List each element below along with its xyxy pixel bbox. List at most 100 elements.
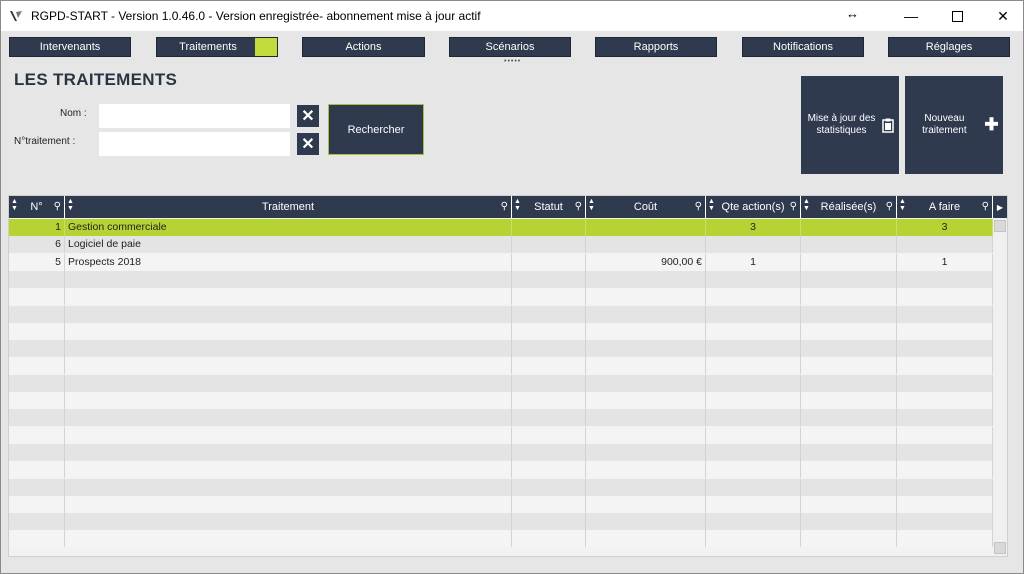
sort-icon[interactable]: ▲ ▼	[803, 198, 810, 212]
nom-input[interactable]	[99, 104, 290, 128]
sort-icon[interactable]: ▲ ▼	[514, 198, 521, 212]
nav-traitements[interactable]: Traitements	[156, 37, 278, 57]
col-header-qte[interactable]: ▲ ▼ Qte action(s) ⚲	[706, 196, 801, 218]
col-title: Coût	[633, 201, 658, 213]
close-button[interactable]: ✕	[980, 1, 1023, 31]
col-header-traitement[interactable]: ▲ ▼ Traitement ⚲	[65, 196, 512, 218]
update-stats-label: Mise à jour des statistiques	[807, 113, 876, 136]
clear-nom-button[interactable]: ✕	[297, 105, 319, 127]
traitements-table: ▲ ▼ N° ⚲ ▲ ▼ Traitement ⚲ ▲ ▼ Statut ⚲ ▲ ▼ Coût ⚲ ▲ ▼…	[8, 195, 1008, 557]
table-row-empty	[9, 305, 993, 323]
cell-afaire	[897, 426, 993, 444]
cell-num	[9, 340, 65, 358]
maximize-button[interactable]	[934, 1, 980, 31]
cell-num	[9, 288, 65, 306]
drag-handle-dots: •••••	[504, 58, 522, 65]
col-header-statut[interactable]: ▲ ▼ Statut ⚲	[512, 196, 586, 218]
cell-statut	[512, 495, 586, 513]
search-icon[interactable]: ⚲	[790, 201, 797, 212]
cell-realisees	[801, 253, 897, 271]
cell-statut	[512, 426, 586, 444]
nav-notifications[interactable]: Notifications	[742, 37, 864, 57]
cell-afaire	[897, 305, 993, 323]
scroll-thumb-top[interactable]	[994, 220, 1006, 232]
cell-cout	[586, 426, 706, 444]
app-window: RGPD-START - Version 1.0.46.0 - Version …	[0, 0, 1024, 574]
search-icon[interactable]: ⚲	[695, 201, 702, 212]
cell-afaire	[897, 443, 993, 461]
cell-qte	[706, 236, 801, 254]
search-icon[interactable]: ⚲	[501, 201, 508, 212]
cell-qte	[706, 478, 801, 496]
cell-traitement	[65, 461, 512, 479]
table-row[interactable]: 6 Logiciel de paie	[9, 236, 993, 254]
cell-traitement	[65, 443, 512, 461]
nav-scenarios[interactable]: Scénarios	[449, 37, 571, 57]
clear-num-button[interactable]: ✕	[297, 133, 319, 155]
cell-num	[9, 322, 65, 340]
search-icon[interactable]: ⚲	[54, 201, 61, 212]
scroll-right-icon[interactable]: ▶	[993, 196, 1007, 218]
table-row[interactable]: 5 Prospects 2018 900,00 €1 1	[9, 253, 993, 271]
resize-arrows-icon[interactable]: ↔	[846, 6, 859, 21]
col-header-num[interactable]: ▲ ▼ N° ⚲	[9, 196, 65, 218]
search-icon[interactable]: ⚲	[982, 201, 989, 212]
num-traitement-input[interactable]	[99, 132, 290, 156]
nav-label: Intervenants	[39, 41, 101, 53]
sort-icon[interactable]: ▲ ▼	[11, 198, 18, 212]
minimize-button[interactable]: —	[888, 1, 934, 31]
cell-num	[9, 392, 65, 409]
cell-traitement	[65, 409, 512, 427]
vertical-scrollbar[interactable]	[993, 218, 1007, 556]
scroll-thumb-bottom[interactable]	[994, 542, 1006, 554]
col-header-afaire[interactable]: ▲ ▼ A faire ⚲	[897, 196, 993, 218]
sort-icon[interactable]: ▲ ▼	[588, 198, 595, 212]
update-stats-button[interactable]: Mise à jour des statistiques	[801, 76, 899, 174]
cell-statut	[512, 392, 586, 409]
cell-qte	[706, 513, 801, 531]
cell-traitement: Logiciel de paie	[65, 236, 512, 254]
cell-cout	[586, 513, 706, 531]
table-row[interactable]: 1 Gestion commerciale 3 3	[9, 219, 993, 236]
cell-cout	[586, 270, 706, 288]
cell-realisees	[801, 270, 897, 288]
new-traitement-button[interactable]: Nouveau traitement ✚	[905, 76, 1003, 174]
cell-afaire	[897, 340, 993, 358]
cell-qte: 1	[706, 253, 801, 271]
nav-reglages[interactable]: Réglages	[888, 37, 1010, 57]
cell-cout	[586, 443, 706, 461]
nav-rapports[interactable]: Rapports	[595, 37, 717, 57]
sort-icon[interactable]: ▲ ▼	[708, 198, 715, 212]
col-header-realisees[interactable]: ▲ ▼ Réalisée(s) ⚲	[801, 196, 897, 218]
table-row-empty	[9, 461, 993, 479]
cell-traitement	[65, 374, 512, 392]
cell-traitement: Prospects 2018	[65, 253, 512, 271]
cell-num	[9, 426, 65, 444]
cell-afaire: 1	[897, 253, 993, 271]
nav-actions[interactable]: Actions	[302, 37, 425, 57]
search-icon[interactable]: ⚲	[886, 201, 893, 212]
cell-traitement	[65, 513, 512, 531]
cell-qte	[706, 340, 801, 358]
table-row-empty	[9, 426, 993, 444]
search-icon[interactable]: ⚲	[575, 201, 582, 212]
cell-afaire	[897, 322, 993, 340]
cell-num	[9, 374, 65, 392]
cell-realisees	[801, 219, 897, 236]
table-row-empty	[9, 443, 993, 461]
cell-cout	[586, 340, 706, 358]
col-header-cout[interactable]: ▲ ▼ Coût ⚲	[586, 196, 706, 218]
cell-afaire	[897, 495, 993, 513]
maximize-icon	[951, 10, 963, 22]
nav-intervenants[interactable]: Intervenants	[9, 37, 131, 57]
sort-icon[interactable]: ▲ ▼	[899, 198, 906, 212]
search-button[interactable]: Rechercher	[328, 104, 424, 155]
cell-realisees	[801, 340, 897, 358]
cell-statut	[512, 253, 586, 271]
cell-num	[9, 357, 65, 375]
col-title: N°	[30, 201, 43, 213]
cell-qte	[706, 288, 801, 306]
sort-icon[interactable]: ▲ ▼	[67, 198, 74, 212]
nav-label: Réglages	[925, 41, 973, 53]
cell-realisees	[801, 495, 897, 513]
